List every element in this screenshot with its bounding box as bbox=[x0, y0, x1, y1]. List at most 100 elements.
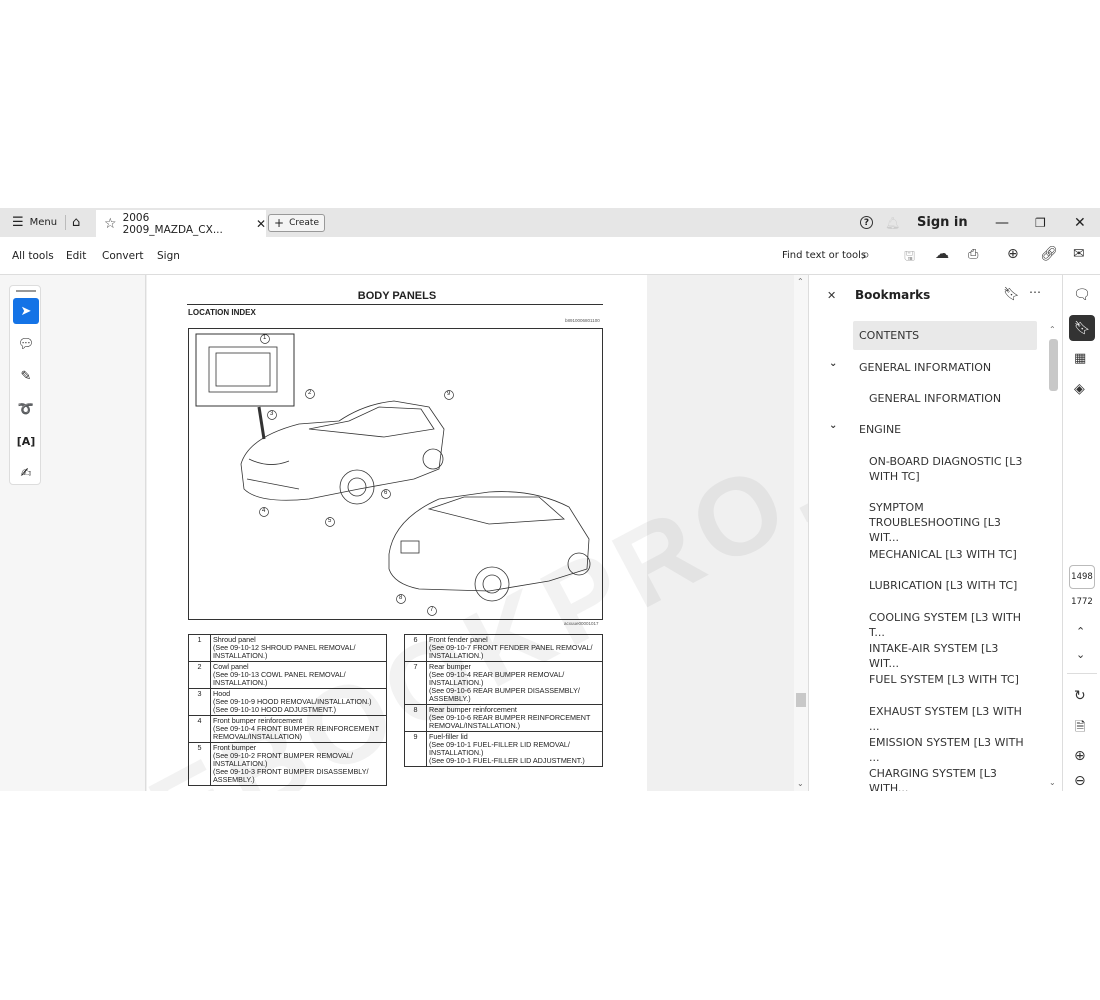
restore-button[interactable]: ❐ bbox=[1035, 208, 1046, 237]
convert-menu[interactable]: Convert bbox=[102, 250, 144, 262]
email-icon[interactable]: ✉ bbox=[1073, 246, 1085, 262]
bookmark-item[interactable]: INTAKE-AIR SYSTEM [L3 WIT... bbox=[869, 641, 1024, 671]
freehand-draw-icon[interactable]: ➰ bbox=[13, 396, 39, 422]
sign-menu[interactable]: Sign bbox=[157, 250, 180, 262]
bookmark-item[interactable]: COOLING SYSTEM [L3 WITH T... bbox=[869, 610, 1024, 640]
help-icon[interactable]: ? bbox=[860, 208, 873, 237]
layers-icon[interactable]: ◈ bbox=[1074, 381, 1085, 397]
description-line: ASSEMBLY.) bbox=[213, 775, 255, 784]
previous-page-icon[interactable]: ⌃ bbox=[1076, 625, 1085, 638]
table-row: 5 Front bumper (See 09-10-2 FRONT BUMPER R… bbox=[188, 742, 387, 786]
row-description: Cowl panel (See 09-10-13 COWL PANEL REMOV… bbox=[210, 661, 387, 689]
save-icon[interactable]: 🖫 bbox=[904, 247, 915, 269]
close-window-button[interactable]: ✕ bbox=[1074, 208, 1086, 237]
table-row: 9 Fuel-filler lid (See 09-10-1 FUEL-FILLER… bbox=[404, 731, 603, 767]
page-number-input[interactable]: 1498 bbox=[1069, 565, 1095, 589]
bookmark-item[interactable]: ON-BOARD DIAGNOSTIC [L3 WITH TC] bbox=[869, 454, 1024, 484]
edit-menu[interactable]: Edit bbox=[66, 250, 86, 262]
row-number: 7 bbox=[404, 661, 427, 705]
minimize-button[interactable]: — bbox=[995, 208, 1009, 237]
link-icon[interactable]: 🔗︎ bbox=[1040, 246, 1058, 262]
bookmark-item[interactable]: MECHANICAL [L3 WITH TC] bbox=[869, 547, 1024, 562]
close-panel-icon[interactable]: ✕ bbox=[827, 289, 836, 302]
callout-1: 1 bbox=[263, 335, 267, 341]
bookmark-item[interactable]: GENERAL INFORMATION bbox=[869, 391, 1024, 406]
document-tab[interactable]: ☆ 2006 2009_MAZDA_CX... ✕ bbox=[96, 210, 266, 237]
drag-handle[interactable] bbox=[16, 290, 36, 292]
find-text-button[interactable]: Find text or tools bbox=[782, 250, 866, 261]
bookmark-item[interactable]: EXHAUST SYSTEM [L3 WITH ... bbox=[869, 704, 1024, 734]
scroll-down-icon[interactable]: ⌄ bbox=[797, 779, 804, 788]
pdf-page: BODY PANELS LOCATION INDEX b891000680110… bbox=[147, 275, 647, 791]
text-select-icon[interactable]: [A] bbox=[13, 428, 39, 454]
bookmark-item[interactable]: EMISSION SYSTEM [L3 WITH ... bbox=[869, 735, 1024, 765]
row-description: Rear bumper reinforcement (See 09-10-6 RE… bbox=[426, 704, 603, 732]
description-line: REMOVAL/INSTALLATION) bbox=[213, 732, 303, 741]
row-number: 3 bbox=[188, 688, 211, 716]
add-comment-icon[interactable]: 💬︎ bbox=[13, 331, 39, 357]
callout-5: 5 bbox=[328, 518, 332, 524]
scroll-up-icon[interactable]: ⌃ bbox=[797, 277, 804, 286]
chevron-down-icon[interactable]: ⌄ bbox=[829, 420, 837, 431]
more-options-icon[interactable]: ⋯ bbox=[1029, 285, 1041, 299]
create-button[interactable]: + Create bbox=[268, 214, 325, 232]
table-row: 4 Front bumper reinforcement (See 09-10-4 … bbox=[188, 715, 387, 743]
add-bookmark-icon[interactable]: 🔖︎ bbox=[1003, 287, 1020, 302]
divider bbox=[65, 215, 66, 230]
chevron-down-icon[interactable]: ⌄ bbox=[829, 358, 837, 369]
menu-button[interactable]: ☰ Menu bbox=[12, 208, 57, 237]
bookmark-item[interactable]: LUBRICATION [L3 WITH TC] bbox=[869, 578, 1024, 593]
scroll-thumb[interactable] bbox=[1049, 339, 1058, 391]
signature-icon[interactable]: ✍ bbox=[13, 460, 39, 486]
all-tools-menu[interactable]: All tools bbox=[12, 250, 54, 262]
scroll-down-icon[interactable]: ⌄ bbox=[1049, 778, 1056, 787]
bookmarks-icon[interactable]: 🔖︎ bbox=[1069, 315, 1095, 341]
document-scrollbar[interactable]: ⌃ ⌄ bbox=[794, 275, 808, 791]
print-icon[interactable]: ⎙ bbox=[968, 247, 978, 262]
cloud-upload-icon[interactable]: ☁ bbox=[935, 246, 949, 262]
bookmark-item[interactable]: FUEL SYSTEM [L3 WITH TC] bbox=[869, 672, 1024, 687]
scroll-thumb[interactable] bbox=[796, 693, 806, 707]
description-line: REMOVAL/INSTALLATION.) bbox=[429, 721, 521, 730]
home-icon[interactable]: ⌂ bbox=[72, 208, 80, 237]
bookmark-item[interactable]: GENERAL INFORMATION bbox=[859, 360, 1029, 375]
bell-icon[interactable]: 🔔︎ bbox=[885, 208, 900, 237]
acrobat-window: ☰ Menu ⌂ ☆ 2006 2009_MAZDA_CX... ✕ + Creat… bbox=[0, 208, 1100, 791]
bookmark-item[interactable]: CONTENTS bbox=[859, 328, 1029, 343]
thumbnails-icon[interactable]: ▦ bbox=[1074, 351, 1086, 366]
document-code: b8910006801100 bbox=[565, 318, 600, 323]
row-number: 8 bbox=[404, 704, 427, 732]
share-user-icon[interactable]: ⊕ bbox=[1007, 246, 1019, 262]
row-number: 2 bbox=[188, 661, 211, 689]
star-icon[interactable]: ☆ bbox=[104, 216, 117, 232]
row-description: Hood (See 09-10-9 HOOD REMOVAL/INSTALLATI… bbox=[210, 688, 387, 716]
bookmark-item[interactable]: SYMPTOM TROUBLESHOOTING [L3 WIT... bbox=[869, 500, 1024, 545]
bookmarks-scrollbar[interactable]: ⌃ ⌄ bbox=[1047, 323, 1059, 791]
section-heading: LOCATION INDEX bbox=[188, 308, 256, 317]
next-page-icon[interactable]: ⌄ bbox=[1076, 648, 1085, 661]
scroll-up-icon[interactable]: ⌃ bbox=[1049, 325, 1056, 334]
search-icon[interactable]: ⌕ bbox=[862, 247, 870, 263]
callout-7: 7 bbox=[430, 607, 434, 613]
description-line: INSTALLATION.) bbox=[213, 678, 268, 687]
close-tab-icon[interactable]: ✕ bbox=[256, 217, 266, 231]
zoom-in-icon[interactable]: ⊕ bbox=[1074, 748, 1086, 764]
total-pages: 1772 bbox=[1071, 597, 1093, 607]
callout-8: 8 bbox=[399, 595, 403, 601]
description-line: (See 09-10-1 FUEL-FILLER LID ADJUSTMENT.… bbox=[429, 756, 585, 765]
rotate-icon[interactable]: ↻ bbox=[1074, 688, 1086, 704]
sign-in-button[interactable]: Sign in bbox=[917, 208, 968, 237]
select-cursor-icon[interactable]: ➤ bbox=[13, 298, 39, 324]
figure-code: acxuue00001017 bbox=[564, 621, 599, 626]
callout-4: 4 bbox=[262, 508, 266, 514]
row-number: 1 bbox=[188, 634, 211, 662]
plus-icon: + bbox=[274, 216, 285, 230]
highlight-pen-icon[interactable]: ✎ bbox=[13, 363, 39, 389]
zoom-out-icon[interactable]: ⊖ bbox=[1074, 773, 1086, 789]
comment-icon[interactable]: 🗨︎ bbox=[1073, 287, 1091, 303]
bookmark-item[interactable]: ENGINE bbox=[859, 422, 1029, 437]
fit-page-icon[interactable]: 🗎︎ bbox=[1075, 718, 1085, 740]
table-row: 1 Shroud panel (See 09-10-12 SHROUD PANEL … bbox=[188, 634, 387, 662]
description-line: INSTALLATION.) bbox=[213, 651, 268, 660]
bookmark-item[interactable]: CHARGING SYSTEM [L3 WITH... bbox=[869, 766, 1024, 791]
